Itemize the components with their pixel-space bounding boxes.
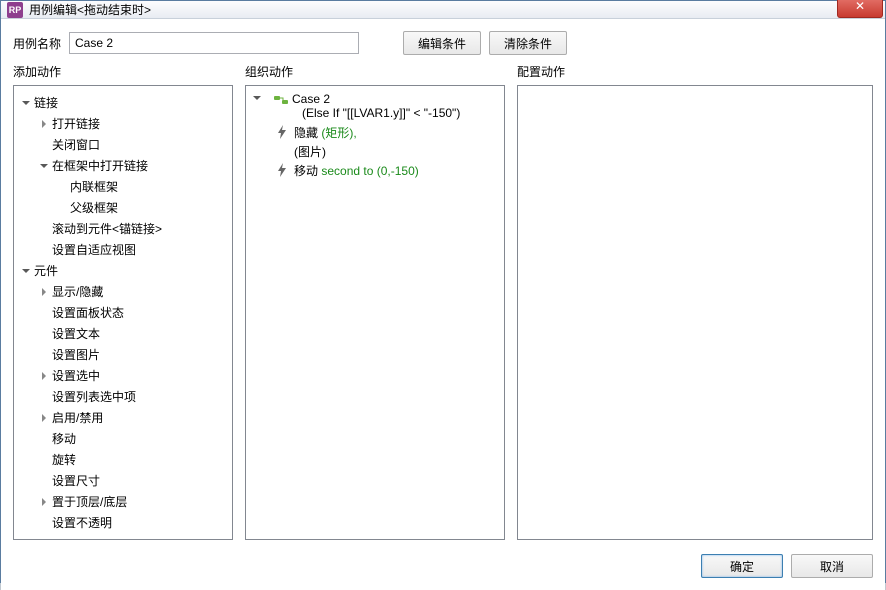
tree-label: 内联框架 bbox=[70, 178, 118, 195]
tree-label: 设置图片 bbox=[52, 346, 100, 363]
configure-action-header: 配置动作 bbox=[517, 63, 873, 85]
tree-label: 移动 bbox=[52, 430, 76, 447]
tree-label: 设置尺寸 bbox=[52, 472, 100, 489]
tree-label: 设置自适应视图 bbox=[52, 241, 136, 258]
organize-panel[interactable]: Case 2 (Else If "[[LVAR1.y]]" < "-150") … bbox=[245, 85, 505, 540]
dialog-window: RP 用例编辑<拖动结束时> ✕ 用例名称 编辑条件 清除条件 添加动作 链接打… bbox=[0, 0, 886, 583]
tree-label: 设置不透明 bbox=[52, 514, 112, 531]
expand-down-icon[interactable] bbox=[252, 92, 262, 106]
case-name-input[interactable] bbox=[69, 32, 359, 54]
expand-icon[interactable] bbox=[38, 496, 50, 508]
action-target: (矩形), bbox=[321, 126, 356, 140]
tree-label: 打开链接 bbox=[52, 115, 100, 132]
expand-icon[interactable] bbox=[38, 412, 50, 424]
expand-icon[interactable] bbox=[38, 370, 50, 382]
tree-item[interactable]: 链接 bbox=[16, 92, 230, 113]
tree-item[interactable]: 设置不透明 bbox=[16, 512, 230, 533]
tree-item[interactable]: 打开链接 bbox=[16, 113, 230, 134]
tree-label: 在框架中打开链接 bbox=[52, 157, 148, 174]
case-node[interactable]: Case 2 (Else If "[[LVAR1.y]]" < "-150") bbox=[248, 92, 502, 122]
action-prefix: 隐藏 bbox=[294, 126, 321, 140]
collapse-icon[interactable] bbox=[20, 265, 32, 277]
tree-label: 滚动到元件<锚链接> bbox=[52, 220, 162, 237]
dialog-content: 用例名称 编辑条件 清除条件 添加动作 链接打开链接关闭窗口在框架中打开链接内联… bbox=[1, 19, 885, 590]
tree-item[interactable]: 内联框架 bbox=[16, 176, 230, 197]
case-name-label: 用例名称 bbox=[13, 35, 61, 52]
cancel-button[interactable]: 取消 bbox=[791, 554, 873, 578]
tree-item[interactable]: 设置面板状态 bbox=[16, 302, 230, 323]
tree-item[interactable]: 设置选中 bbox=[16, 365, 230, 386]
close-button[interactable]: ✕ bbox=[837, 0, 883, 18]
expand-icon[interactable] bbox=[38, 286, 50, 298]
titlebar: RP 用例编辑<拖动结束时> ✕ bbox=[1, 1, 885, 19]
expand-icon[interactable] bbox=[38, 118, 50, 130]
tree-item[interactable]: 启用/禁用 bbox=[16, 407, 230, 428]
collapse-icon[interactable] bbox=[38, 160, 50, 172]
organize-action-header: 组织动作 bbox=[245, 63, 505, 85]
tree-item[interactable]: 旋转 bbox=[16, 449, 230, 470]
action-target: second to (0,-150) bbox=[321, 164, 418, 178]
case-condition-text: (Else If "[[LVAR1.y]]" < "-150") bbox=[292, 106, 460, 120]
tree-item[interactable]: 显示/隐藏 bbox=[16, 281, 230, 302]
tree-item[interactable]: 设置列表选中项 bbox=[16, 386, 230, 407]
tree-item[interactable]: 父级框架 bbox=[16, 197, 230, 218]
ok-button[interactable]: 确定 bbox=[701, 554, 783, 578]
add-action-header: 添加动作 bbox=[13, 63, 233, 85]
tree-label: 显示/隐藏 bbox=[52, 283, 103, 300]
add-action-column: 添加动作 链接打开链接关闭窗口在框架中打开链接内联框架父级框架滚动到元件<锚链接… bbox=[13, 63, 233, 540]
tree-item[interactable]: 在框架中打开链接 bbox=[16, 155, 230, 176]
tree-label: 启用/禁用 bbox=[52, 409, 103, 426]
tree-label: 元件 bbox=[34, 262, 58, 279]
tree-label: 设置选中 bbox=[52, 367, 100, 384]
tree-label: 设置列表选中项 bbox=[52, 388, 136, 405]
close-icon: ✕ bbox=[855, 0, 865, 13]
tree-label: 置于顶层/底层 bbox=[52, 493, 127, 510]
case-name-text: Case 2 bbox=[292, 92, 460, 106]
configure-panel[interactable] bbox=[517, 85, 873, 540]
collapse-icon[interactable] bbox=[20, 97, 32, 109]
tree-item[interactable]: 设置自适应视图 bbox=[16, 239, 230, 260]
tree-item[interactable]: 关闭窗口 bbox=[16, 134, 230, 155]
tree-item[interactable]: 元件 bbox=[16, 260, 230, 281]
window-title: 用例编辑<拖动结束时> bbox=[29, 1, 837, 18]
dialog-footer: 确定 取消 bbox=[13, 548, 873, 578]
tree-label: 设置面板状态 bbox=[52, 304, 124, 321]
bolt-icon bbox=[276, 125, 288, 139]
tree-item[interactable]: 设置文本 bbox=[16, 323, 230, 344]
edit-condition-button[interactable]: 编辑条件 bbox=[403, 31, 481, 55]
tree-label: 链接 bbox=[34, 94, 58, 111]
tree-label: 父级框架 bbox=[70, 199, 118, 216]
clear-condition-button[interactable]: 清除条件 bbox=[489, 31, 567, 55]
app-icon: RP bbox=[7, 2, 23, 18]
action-tree-panel[interactable]: 链接打开链接关闭窗口在框架中打开链接内联框架父级框架滚动到元件<锚链接> 设置自适… bbox=[13, 85, 233, 540]
tree-item[interactable]: 移动 bbox=[16, 428, 230, 449]
action-item[interactable]: 隐藏 (矩形), bbox=[248, 122, 502, 143]
tree-item[interactable]: 设置图片 bbox=[16, 344, 230, 365]
configure-action-column: 配置动作 bbox=[517, 63, 873, 540]
columns: 添加动作 链接打开链接关闭窗口在框架中打开链接内联框架父级框架滚动到元件<锚链接… bbox=[13, 63, 873, 540]
tree-label: 旋转 bbox=[52, 451, 76, 468]
case-icon bbox=[274, 94, 288, 106]
tree-label: 设置文本 bbox=[52, 325, 100, 342]
action-prefix: 移动 bbox=[294, 164, 321, 178]
tree-item[interactable]: 滚动到元件<锚链接> bbox=[16, 218, 230, 239]
bolt-icon bbox=[276, 163, 288, 177]
tree-item[interactable]: 置于顶层/底层 bbox=[16, 491, 230, 512]
organize-action-column: 组织动作 Case 2 (Else If "[[LV bbox=[245, 63, 505, 540]
top-row: 用例名称 编辑条件 清除条件 bbox=[13, 31, 873, 55]
action-item[interactable]: 移动 second to (0,-150) bbox=[248, 160, 502, 181]
action-sub-target: (图片) bbox=[248, 143, 502, 160]
tree-label: 关闭窗口 bbox=[52, 136, 100, 153]
tree-item[interactable]: 设置尺寸 bbox=[16, 470, 230, 491]
